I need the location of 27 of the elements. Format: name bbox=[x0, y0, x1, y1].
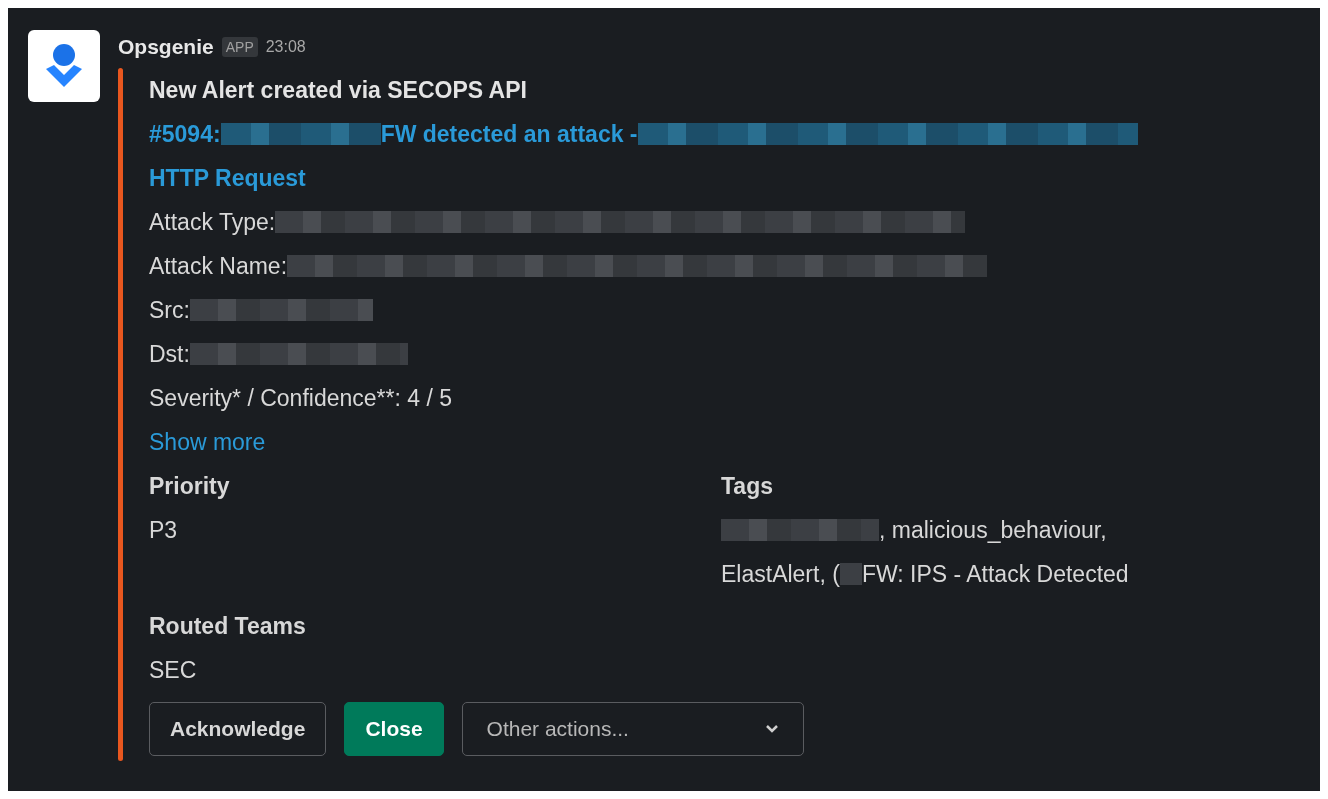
field-value: FW: IPS - Attack Detected bbox=[861, 560, 1129, 588]
field-label: Routed Teams bbox=[149, 612, 306, 640]
detail-text: Severity* / Confidence**: 4 / 5 bbox=[149, 384, 452, 412]
chevron-down-icon bbox=[764, 724, 779, 734]
field-value: SEC bbox=[149, 656, 197, 684]
redaction-block bbox=[839, 563, 862, 585]
detail-text: Attack Name: bbox=[149, 252, 288, 280]
field-value: , malicious_behaviour, bbox=[879, 516, 1107, 544]
field-value: P3 bbox=[149, 516, 178, 544]
field-label: Tags bbox=[721, 472, 773, 500]
sender-name[interactable]: Opsgenie bbox=[118, 35, 214, 59]
show-more-link[interactable]: Show more bbox=[149, 428, 266, 456]
logo-icon bbox=[44, 43, 84, 89]
acknowledge-button[interactable]: Acknowledge bbox=[149, 702, 327, 756]
field-value: ElastAlert, ( bbox=[721, 560, 840, 588]
detail-text: Src: bbox=[149, 296, 190, 324]
app-badge: APP bbox=[221, 37, 258, 57]
alert-link[interactable]: HTTP Request bbox=[149, 164, 306, 192]
close-button[interactable]: Close bbox=[344, 702, 444, 756]
alert-link[interactable]: FW detected an attack - bbox=[380, 120, 638, 148]
alert-link[interactable]: #5094: bbox=[149, 120, 221, 148]
detail-text: Attack Type: bbox=[149, 208, 276, 236]
actions-dropdown[interactable]: Other actions... bbox=[461, 702, 804, 756]
timestamp[interactable]: 23:08 bbox=[265, 38, 306, 56]
detail-text: Dst: bbox=[149, 340, 190, 368]
alert-heading: New Alert created via SECOPS API bbox=[149, 76, 527, 104]
field-label: Priority bbox=[149, 472, 230, 500]
